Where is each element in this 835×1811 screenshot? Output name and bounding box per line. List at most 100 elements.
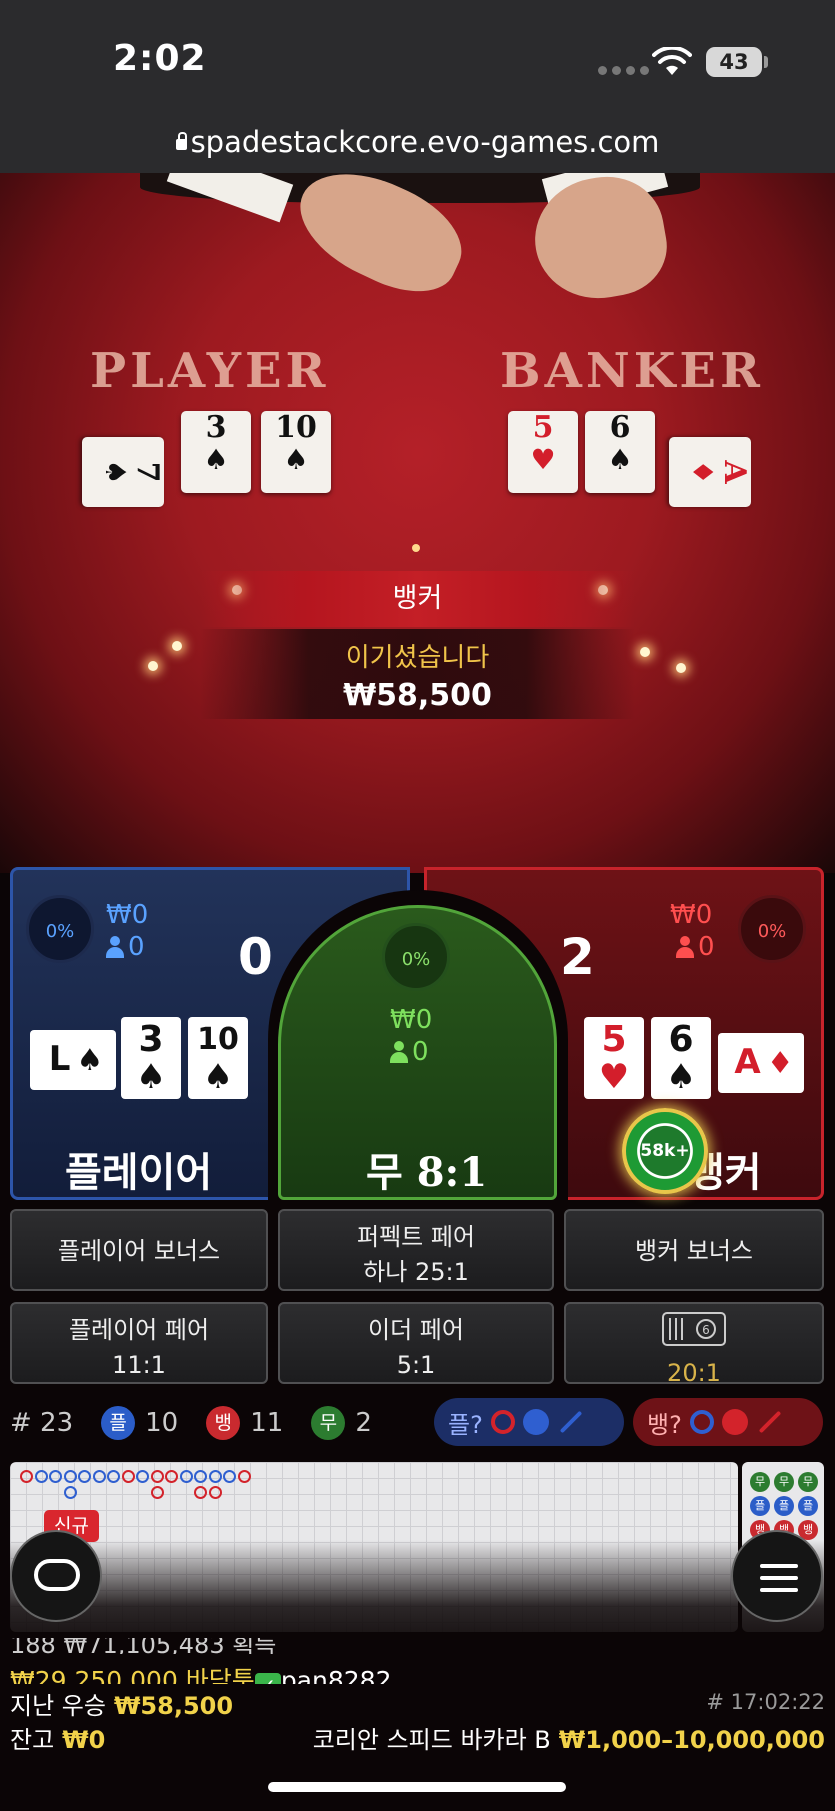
tie-bet-percent: 0% bbox=[382, 923, 450, 991]
tie-badge: 무 bbox=[311, 1406, 346, 1440]
roadmap-bead bbox=[20, 1470, 33, 1483]
super-six-icon: 6 bbox=[566, 1312, 822, 1356]
roadmap-bead bbox=[78, 1470, 91, 1483]
table-info[interactable]: 코리안 스피드 바카라 B ₩1,000–10,000,000 bbox=[313, 1720, 825, 1755]
svg-text:6: 6 bbox=[702, 1323, 710, 1337]
player-bet-total: ₩0 bbox=[106, 900, 149, 930]
roadmap-bead bbox=[107, 1470, 120, 1483]
user-icon bbox=[676, 936, 694, 958]
player-bet-percent: 0% bbox=[26, 895, 94, 963]
player-card-2: 3 ♠ bbox=[121, 1017, 181, 1099]
tie-count: 2 bbox=[355, 1408, 372, 1438]
table-player-label: PLAYER bbox=[90, 343, 330, 399]
banker-card-1: 5 ♥ bbox=[508, 411, 578, 493]
status-bar: 2:02 43 bbox=[0, 0, 835, 125]
player-card-1: 7 ♠ bbox=[82, 437, 165, 507]
last-win: 지난 우승 ₩58,500 bbox=[10, 1692, 234, 1720]
sparkle bbox=[640, 647, 650, 657]
roadmap-bead bbox=[237, 1470, 251, 1483]
roadmap-bead bbox=[194, 1470, 207, 1483]
roadmap-bead bbox=[223, 1470, 236, 1483]
roadmap-bead bbox=[208, 1470, 222, 1483]
player-bettor-count: 0 bbox=[106, 932, 145, 962]
player-win-badge: 플 bbox=[101, 1406, 136, 1440]
roadmap-bead bbox=[34, 1470, 48, 1483]
cellular-signal-icon bbox=[598, 66, 649, 75]
menu-icon bbox=[760, 1564, 798, 1568]
bead-plate-badge: 무 bbox=[750, 1472, 770, 1492]
player-bet-label: 플레이어 bbox=[65, 1150, 213, 1196]
user-icon bbox=[390, 1041, 408, 1063]
check-icon: ✓ bbox=[254, 1673, 281, 1684]
player-pair-button[interactable]: 플레이어 페어 11:1 bbox=[10, 1302, 268, 1384]
roadmap-bead bbox=[121, 1470, 135, 1483]
roadmap-bead bbox=[208, 1486, 222, 1499]
cockroach-road-icon bbox=[559, 1410, 583, 1434]
banker-card-2: 6 ♠ bbox=[585, 411, 655, 493]
banker-win-badge: 뱅 bbox=[206, 1406, 241, 1440]
menu-button[interactable] bbox=[731, 1530, 823, 1622]
banker-card-3: A ♦ bbox=[669, 437, 752, 507]
roadmap-bead bbox=[49, 1470, 62, 1483]
win-message: 이기셨습니다 bbox=[345, 643, 490, 673]
home-indicator[interactable] bbox=[268, 1782, 566, 1792]
clock: 2:02 bbox=[113, 38, 207, 79]
banker-bonus-button[interactable]: 뱅커 보너스 bbox=[564, 1209, 824, 1291]
banker-ask-button[interactable]: 뱅? bbox=[633, 1398, 823, 1446]
roadmap-bead bbox=[150, 1470, 164, 1483]
roadmap-bead bbox=[63, 1486, 77, 1499]
player-card-3: 10 ♠ bbox=[261, 411, 331, 493]
tie-bet-total: ₩0 bbox=[390, 1005, 433, 1035]
player-card-1: L ♠ bbox=[30, 1030, 116, 1090]
roadmap-bead bbox=[165, 1470, 178, 1483]
super-six-button[interactable]: 6 20:1 bbox=[564, 1302, 824, 1387]
result-winner-banner: 뱅커 bbox=[200, 571, 635, 627]
player-score: 0 bbox=[238, 928, 273, 986]
address-bar[interactable]: spadestackcore.evo-games.com bbox=[0, 125, 835, 173]
roadmap-bead bbox=[63, 1470, 77, 1483]
small-road-icon bbox=[522, 1409, 549, 1435]
win-message-box: 이기셨습니다 ₩58,500 bbox=[200, 629, 635, 719]
round-id-time: # 17:02:22 bbox=[706, 1690, 825, 1714]
shoe-stats: # 23 플 10 뱅 11 무 2 bbox=[10, 1402, 400, 1444]
winner-ticker-2: ₩29,250,000 바닥툭✓pan8282 bbox=[10, 1666, 391, 1684]
bead-plate-badge: 플 bbox=[798, 1496, 818, 1516]
small-road-icon bbox=[721, 1409, 748, 1435]
table-banker-label: BANKER bbox=[500, 343, 764, 399]
roadmap-bead bbox=[179, 1470, 193, 1483]
chat-icon bbox=[34, 1559, 80, 1591]
roadmap-bead bbox=[194, 1486, 207, 1499]
live-video: PLAYER BANKER 7 ♠ 3 ♠ 10 ♠ 5 ♥ 6 ♠ A ♦ 뱅커 이기셨습니다 ₩… bbox=[0, 173, 835, 873]
balance: 잔고 ₩0 bbox=[10, 1726, 106, 1754]
banker-score: 2 bbox=[560, 928, 595, 986]
perfect-pair-button[interactable]: 퍼펙트 페어 하나 25:1 bbox=[278, 1209, 554, 1291]
banker-bettor-count: 0 bbox=[676, 932, 715, 962]
lock-icon bbox=[175, 132, 187, 150]
sparkle bbox=[676, 663, 686, 673]
sparkle bbox=[172, 641, 182, 651]
user-icon bbox=[106, 936, 124, 958]
win-amount: ₩58,500 bbox=[343, 678, 492, 713]
placed-chip[interactable]: 58k+ bbox=[622, 1108, 708, 1194]
player-ask-button[interactable]: 플? bbox=[434, 1398, 624, 1446]
cockroach-road-icon bbox=[758, 1410, 782, 1434]
round-number: # 23 bbox=[10, 1408, 74, 1438]
roadmap-bead bbox=[136, 1470, 149, 1483]
roadmap-bead bbox=[92, 1470, 106, 1483]
roadmap-bead bbox=[150, 1486, 164, 1499]
banker-win-count: 11 bbox=[250, 1408, 284, 1438]
battery-icon: 43 bbox=[706, 47, 762, 77]
banker-bet-percent: 0% bbox=[738, 895, 806, 963]
player-bonus-button[interactable]: 플레이어 보너스 bbox=[10, 1209, 268, 1291]
bead-plate-badge: 무 bbox=[798, 1472, 818, 1492]
player-card-3: 10 ♠ bbox=[188, 1017, 248, 1099]
battery-tip bbox=[764, 56, 768, 68]
bead-plate-badge: 플 bbox=[774, 1496, 794, 1516]
chat-button[interactable] bbox=[10, 1530, 102, 1622]
player-card-2: 3 ♠ bbox=[181, 411, 251, 493]
url-text: spadestackcore.evo-games.com bbox=[190, 125, 660, 159]
either-pair-button[interactable]: 이더 페어 5:1 bbox=[278, 1302, 554, 1384]
wifi-icon bbox=[652, 47, 692, 75]
bead-plate-badge: 무 bbox=[774, 1472, 794, 1492]
banker-card-2: 6 ♠ bbox=[651, 1017, 711, 1099]
